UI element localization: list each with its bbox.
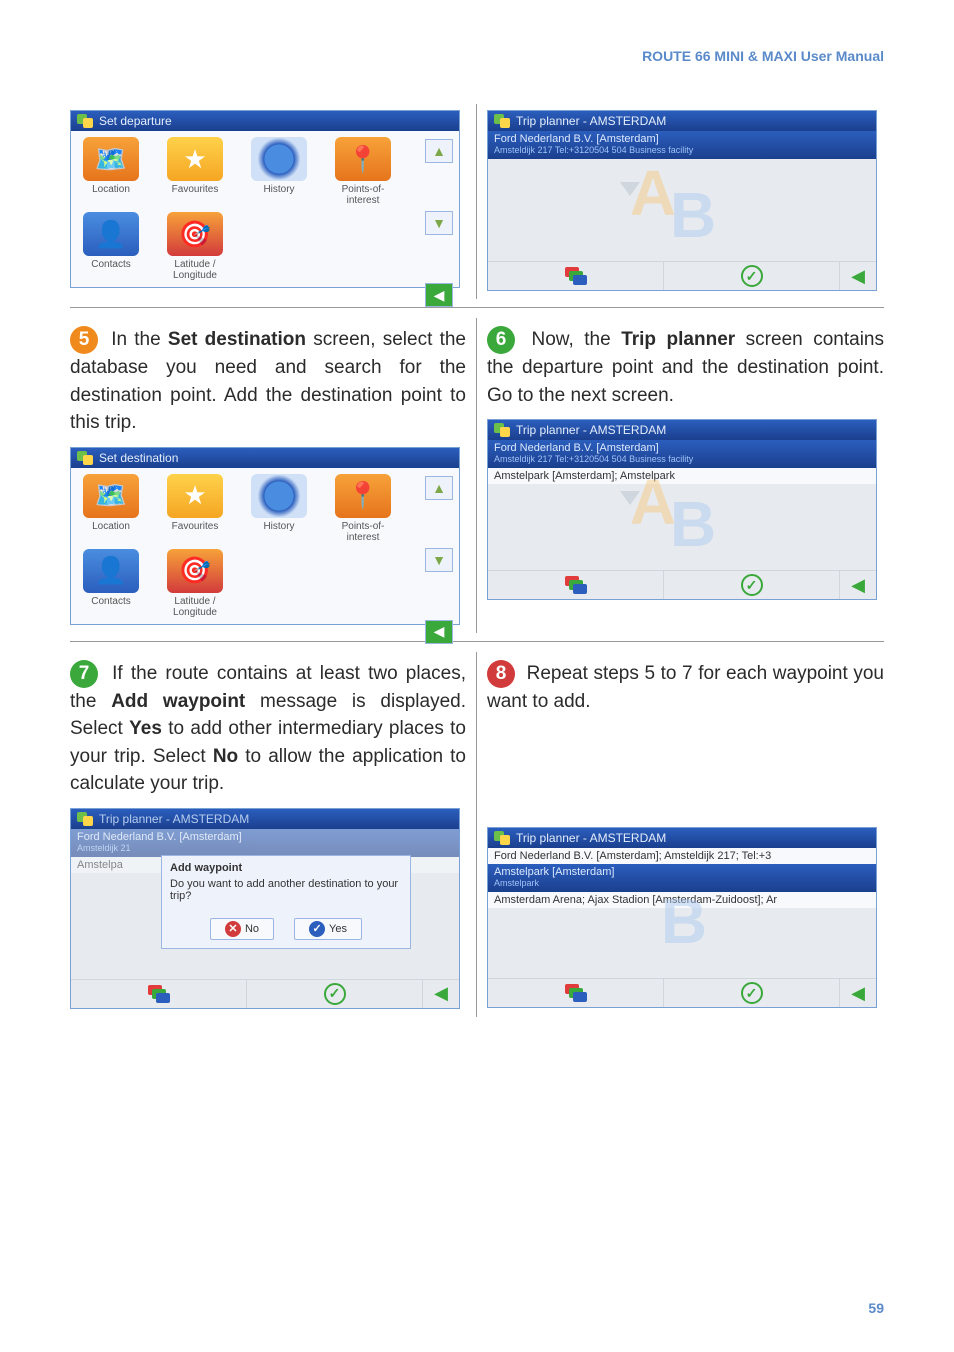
back-button[interactable]: ◀ [425, 283, 453, 307]
close-icon: ✕ [225, 921, 241, 937]
entry-sub: Amsteldijk 217 Tel:+3120504 504 Business… [494, 454, 870, 464]
scroll-down-button[interactable]: ▼ [425, 211, 453, 235]
ab-watermark: B [488, 894, 876, 948]
step-8-badge: 8 [487, 660, 515, 688]
screenshot-trip-planner-2: Trip planner - AMSTERDAM Ford Nederland … [487, 419, 877, 600]
add-waypoint-dialog: Add waypoint Do you want to add another … [161, 855, 411, 949]
check-icon: ✓ [309, 921, 325, 937]
ab-watermark: AB [488, 155, 876, 231]
trip-entry-departure: Ford Nederland B.V. [Amsterdam] Amsteldi… [71, 829, 459, 857]
dialog-title: Add waypoint [170, 862, 402, 874]
footer-layers-button[interactable] [488, 571, 664, 599]
step-6-badge: 6 [487, 326, 515, 354]
nav-contacts[interactable]: 👤Contacts [75, 212, 147, 281]
entry-main: Ford Nederland B.V. [Amsterdam] [494, 133, 659, 145]
app-ab-icon [77, 114, 93, 128]
window-title-bar: Trip planner - AMSTERDAM [488, 420, 876, 440]
nav-location-label: Location [92, 184, 130, 195]
scroll-up-button[interactable]: ▲ [425, 139, 453, 163]
screenshot-set-destination: Set destination 🗺️Location ★Favourites H… [70, 447, 460, 625]
manual-header: ROUTE 66 MINI & MAXI User Manual [70, 48, 884, 64]
ab-watermark: AB [488, 464, 876, 540]
window-title-bar: Set departure [71, 111, 459, 131]
nav-poi[interactable]: 📍Points-of-interest [327, 137, 399, 206]
step-7-badge: 7 [70, 660, 98, 688]
nav-favourites-label: Favourites [172, 184, 219, 195]
step-8-text: 8 Repeat steps 5 to 7 for each waypoint … [487, 660, 884, 716]
app-ab-icon [77, 451, 93, 465]
screenshot-trip-planner-3: Trip planner - AMSTERDAM Ford Nederland … [487, 827, 877, 1008]
footer-back-button[interactable]: ◀ [840, 262, 876, 290]
window-title-bar: Set destination [71, 448, 459, 468]
nav-contacts-label: Contacts [91, 259, 130, 270]
footer-layers-button[interactable] [488, 262, 664, 290]
app-ab-icon [494, 114, 510, 128]
window-title: Trip planner - AMSTERDAM [99, 812, 249, 826]
nav-location[interactable]: 🗺️Location [75, 137, 147, 206]
nav-latlon-label: Latitude / Longitude [173, 259, 217, 281]
step-5-badge: 5 [70, 326, 98, 354]
window-title-bar: Trip planner - AMSTERDAM [488, 828, 876, 848]
screenshot-set-departure: Set departure 🗺️Location ★Favourites His… [70, 110, 460, 288]
nav-poi-label: Points-of-interest [342, 184, 385, 206]
window-title: Set departure [99, 114, 172, 128]
entry-sub: Amsteldijk 217 Tel:+3120504 504 Business… [494, 145, 870, 155]
footer-confirm-button[interactable]: ✓ [664, 262, 840, 290]
dialog-yes-button[interactable]: ✓ Yes [294, 918, 362, 940]
app-ab-icon [77, 812, 93, 826]
nav-history[interactable]: History [243, 474, 315, 543]
screenshot-trip-planner-1: Trip planner - AMSTERDAM Ford Nederland … [487, 110, 877, 291]
scroll-up-button[interactable]: ▲ [425, 476, 453, 500]
nav-favourites[interactable]: ★Favourites [159, 474, 231, 543]
dialog-body: Do you want to add another destination t… [170, 878, 402, 902]
nav-history-label: History [263, 184, 294, 195]
nav-favourites[interactable]: ★Favourites [159, 137, 231, 206]
dialog-no-button[interactable]: ✕ No [210, 918, 274, 940]
step-5-text: 5 In the Set destination screen, select … [70, 326, 466, 437]
app-ab-icon [494, 831, 510, 845]
nav-latlon[interactable]: 🎯Latitude / Longitude [159, 212, 231, 281]
window-title: Trip planner - AMSTERDAM [516, 423, 666, 437]
screenshot-add-waypoint-dialog: Trip planner - AMSTERDAM Ford Nederland … [70, 808, 460, 1009]
footer-back-button[interactable]: ◀ [840, 979, 876, 1007]
app-ab-icon [494, 423, 510, 437]
page-number: 59 [868, 1300, 884, 1316]
nav-location[interactable]: 🗺️Location [75, 474, 147, 543]
window-title-bar: Trip planner - AMSTERDAM [488, 111, 876, 131]
footer-back-button[interactable]: ◀ [840, 571, 876, 599]
nav-history[interactable]: History [243, 137, 315, 206]
trip-entry[interactable]: Ford Nederland B.V. [Amsterdam]; Amsteld… [488, 848, 876, 864]
step-7-text: 7 If the route contains at least two pla… [70, 660, 466, 798]
window-title: Set destination [99, 451, 178, 465]
footer-layers-button[interactable] [488, 979, 664, 1007]
nav-latlon[interactable]: 🎯Latitude / Longitude [159, 549, 231, 618]
footer-confirm-button[interactable]: ✓ [664, 571, 840, 599]
entry-main: Ford Nederland B.V. [Amsterdam] [494, 442, 659, 454]
scroll-down-button[interactable]: ▼ [425, 548, 453, 572]
window-title-bar: Trip planner - AMSTERDAM [71, 809, 459, 829]
window-title: Trip planner - AMSTERDAM [516, 831, 666, 845]
footer-confirm-button[interactable]: ✓ [664, 979, 840, 1007]
footer-back-button[interactable]: ◀ [423, 980, 459, 1008]
window-title: Trip planner - AMSTERDAM [516, 114, 666, 128]
back-button[interactable]: ◀ [425, 620, 453, 644]
nav-poi[interactable]: 📍Points-of-interest [327, 474, 399, 543]
footer-confirm-button[interactable]: ✓ [247, 980, 423, 1008]
step-6-text: 6 Now, the Trip planner screen contains … [487, 326, 884, 409]
nav-contacts[interactable]: 👤Contacts [75, 549, 147, 618]
footer-layers-button[interactable] [71, 980, 247, 1008]
